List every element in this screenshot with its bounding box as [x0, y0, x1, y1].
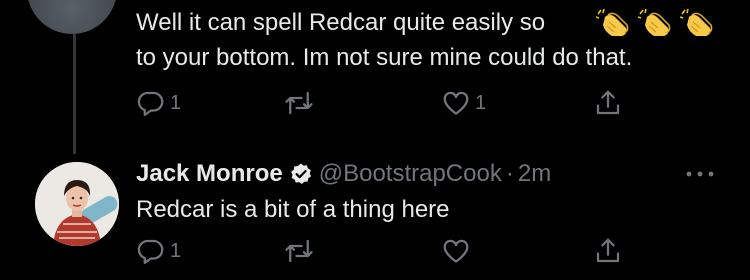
tweet-1-text-line-2: to your bottom. Im not sure mine could d… — [136, 44, 633, 71]
tweet-1-retweet-button[interactable] — [284, 88, 314, 118]
more-options-button[interactable] — [682, 160, 718, 188]
tweet-1-action-bar: 1 1 — [136, 88, 636, 120]
tweet-2-like-button[interactable] — [441, 236, 471, 266]
clapping-hands-emoji — [638, 8, 671, 37]
tweet-1-emoji-row — [596, 8, 714, 38]
tweet-2-text: Redcar is a bit of a thing here — [136, 196, 450, 223]
retweet-icon — [285, 239, 313, 263]
share-icon — [596, 90, 620, 115]
reply-icon — [137, 239, 164, 264]
share-icon — [596, 238, 620, 263]
heart-icon — [443, 239, 469, 263]
thread-connector-line — [73, 34, 76, 154]
clapping-hands-emoji — [596, 8, 629, 37]
reply-icon — [137, 91, 164, 116]
user-handle[interactable]: @BootstrapCook — [319, 158, 502, 190]
tweet-2-header: Jack Monroe @BootstrapCook · 2m — [136, 158, 551, 190]
tweet-1-like-button[interactable]: 1 — [441, 88, 486, 118]
tweet-2-share-button[interactable] — [593, 236, 623, 266]
verified-badge-icon — [290, 163, 311, 184]
more-dots-icon — [686, 171, 714, 177]
tweet-1-reply-count: 1 — [170, 91, 182, 114]
previous-tweet-avatar[interactable] — [27, 0, 117, 34]
tweet-2-retweet-button[interactable] — [284, 236, 314, 266]
jack-monroe-avatar[interactable] — [35, 162, 119, 246]
tweet-1-text-line-1: Well it can spell Redcar quite easily so — [136, 9, 546, 36]
tweet-2-reply-count: 1 — [170, 239, 182, 262]
heart-icon — [443, 91, 469, 115]
tweet-1-reply-button[interactable]: 1 — [136, 88, 181, 118]
retweet-icon — [285, 91, 313, 115]
tweet-1-share-button[interactable] — [593, 88, 623, 118]
display-name[interactable]: Jack Monroe — [136, 158, 283, 190]
profile-photo — [35, 162, 119, 246]
meta-separator: · — [505, 160, 514, 187]
tweet-1-like-count: 1 — [475, 91, 487, 114]
tweet-2-action-bar: 1 — [136, 236, 636, 268]
clapping-hands-emoji — [680, 8, 713, 37]
tweet-timestamp[interactable]: 2m — [518, 158, 551, 190]
tweet-2-reply-button[interactable]: 1 — [136, 236, 181, 266]
